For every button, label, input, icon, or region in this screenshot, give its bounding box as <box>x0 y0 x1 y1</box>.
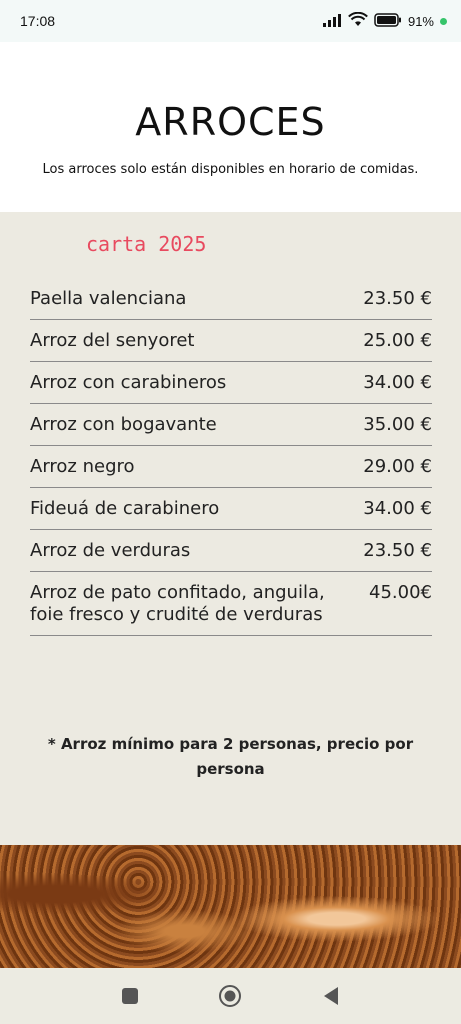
page-header: ARROCES Los arroces solo están disponibl… <box>0 42 461 212</box>
menu-item-name: Paella valenciana <box>30 288 187 309</box>
back-triangle-icon[interactable] <box>319 984 343 1008</box>
menu-item-name: Arroz negro <box>30 456 135 477</box>
menu-item-price: 23.50 € <box>363 540 432 561</box>
menu-item: Fideuá de carabinero 34.00 € <box>30 488 432 530</box>
page-subtitle: Los arroces solo están disponibles en ho… <box>42 162 419 177</box>
menu-list: Paella valenciana 23.50 € Arroz del seny… <box>30 278 432 636</box>
menu-item-name: Arroz de pato confitado, anguila, foie f… <box>30 582 325 625</box>
home-circle-icon[interactable] <box>218 984 242 1008</box>
paella-photo <box>0 845 461 968</box>
status-icons: 91% <box>322 11 447 30</box>
menu-item-price: 25.00 € <box>363 330 432 351</box>
menu-item-name: Arroz del senyoret <box>30 330 195 351</box>
system-nav-bar <box>0 968 461 1024</box>
menu-item-price: 34.00 € <box>363 372 432 393</box>
battery-percent: 91% <box>407 13 434 29</box>
menu-item: Arroz de verduras 23.50 € <box>30 530 432 572</box>
menu-item-name: Fideuá de carabinero <box>30 498 220 519</box>
menu-item: Arroz con carabineros 34.00 € <box>30 362 432 404</box>
menu-item: Arroz del senyoret 25.00 € <box>30 320 432 362</box>
menu-item: Arroz de pato confitado, anguila, foie f… <box>30 572 432 636</box>
battery-icon <box>374 12 402 30</box>
menu-item: Paella valenciana 23.50 € <box>30 278 432 320</box>
charging-dot-icon <box>440 17 447 25</box>
menu-item-price: 35.00 € <box>363 414 432 435</box>
menu-item-name: Arroz con carabineros <box>30 372 227 393</box>
menu-item-price: 29.00 € <box>363 456 432 477</box>
menu-item: Arroz con bogavante 35.00 € <box>30 404 432 446</box>
footnote: * Arroz mínimo para 2 personas, precio p… <box>47 735 414 778</box>
square-icon[interactable] <box>118 984 142 1008</box>
menu-item-price: 45.00€ <box>369 582 432 603</box>
status-time: 17:08 <box>20 13 56 29</box>
page-title: ARROCES <box>135 100 326 144</box>
menu-section: carta 2025 Paella valenciana 23.50 € Arr… <box>0 212 461 845</box>
wifi-icon <box>348 11 368 30</box>
menu-item-price: 34.00 € <box>363 498 432 519</box>
signal-icon <box>322 13 342 30</box>
menu-item-name: Arroz con bogavante <box>30 414 217 435</box>
status-bar: 17:08 91% <box>0 0 461 42</box>
menu-item-price: 23.50 € <box>363 288 432 309</box>
menu-item: Arroz negro 29.00 € <box>30 446 432 488</box>
carta-label: carta 2025 <box>86 232 207 256</box>
menu-item-name: Arroz de verduras <box>30 540 191 561</box>
